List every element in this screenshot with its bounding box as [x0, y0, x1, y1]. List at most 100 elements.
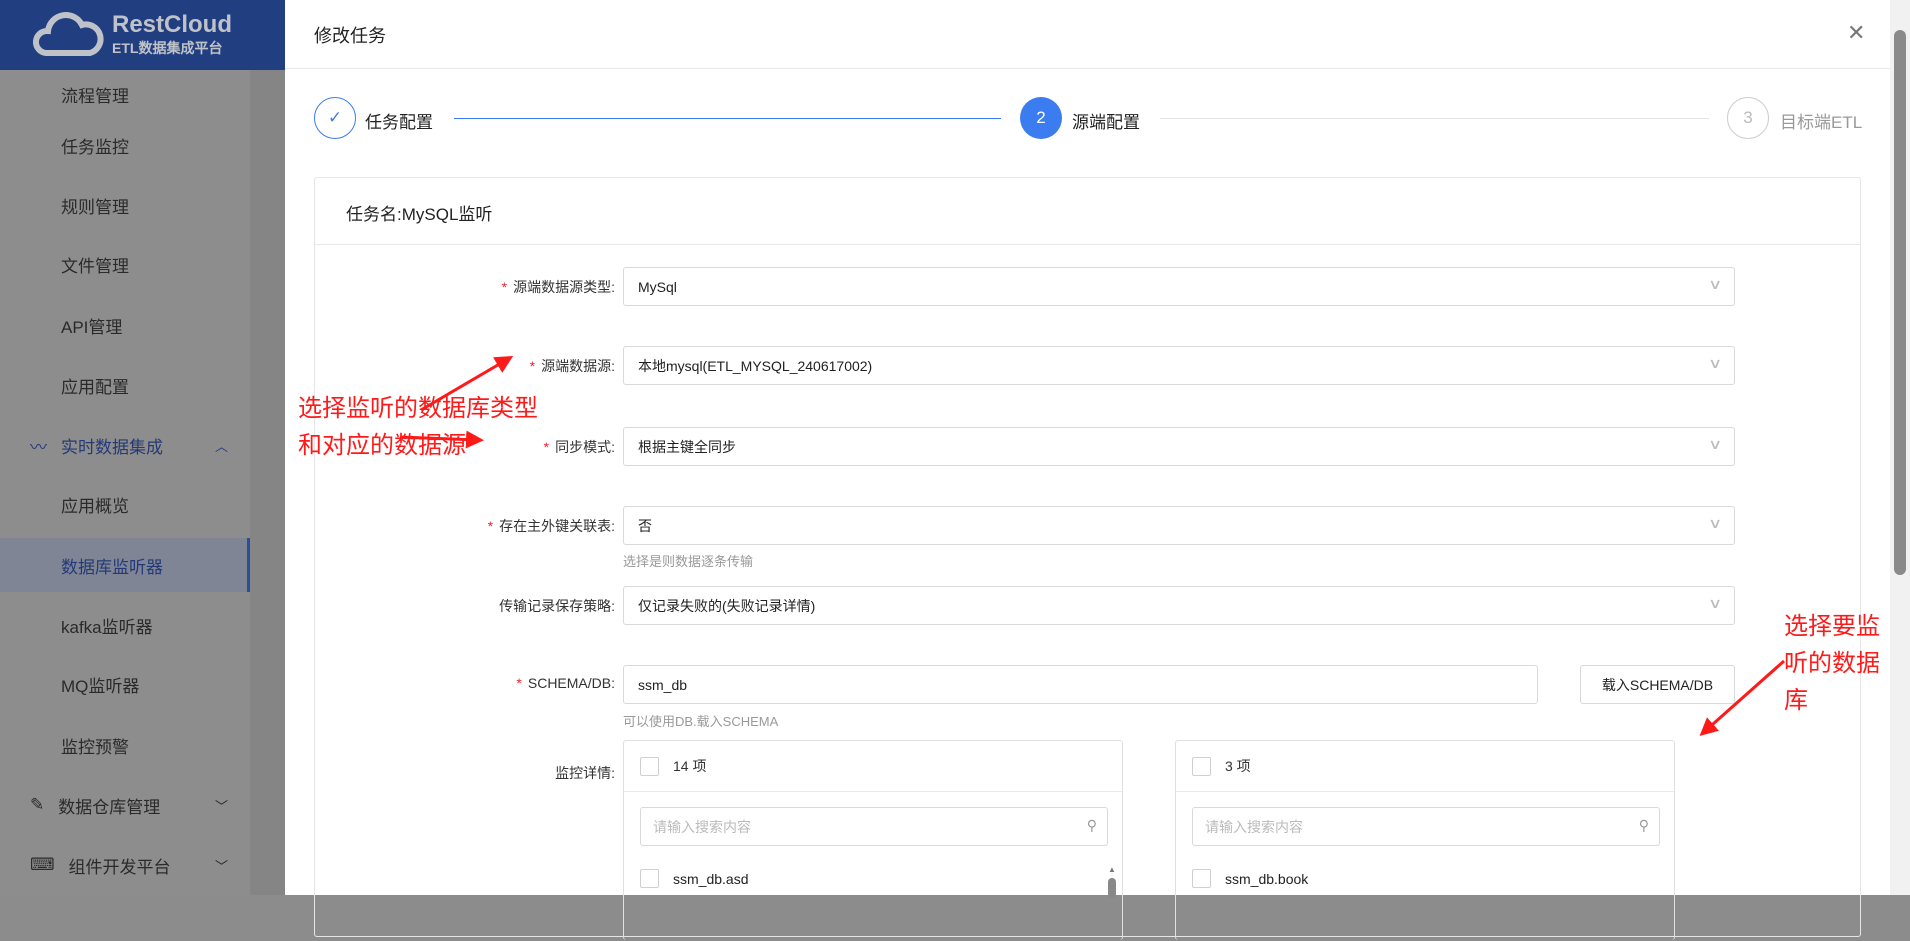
item-count: 3 项 — [1225, 758, 1251, 774]
schema-db-input[interactable]: ssm_db — [623, 665, 1538, 704]
fk-relation-select[interactable]: 否 ∨ — [623, 506, 1735, 545]
annotation-text: 和对应的数据源 — [298, 432, 466, 459]
menu-label: 数据仓库管理 — [58, 797, 161, 817]
chevron-down-icon: ∨ — [1707, 436, 1723, 452]
menu-label: 组件开发平台 — [68, 857, 171, 877]
annotation-text: 选择监听的数据库类型 — [298, 395, 538, 422]
placeholder: 请输入搜索内容 — [1205, 818, 1303, 835]
search-icon: ⚲ — [1086, 817, 1097, 833]
sidebar-item-mq[interactable]: MQ监听器 — [0, 655, 250, 713]
menu-label: MQ监听器 — [61, 676, 140, 696]
annotation-right: 选择要监 听的数据库 — [1784, 608, 1880, 719]
item-checkbox[interactable] — [640, 869, 659, 888]
item-checkbox[interactable] — [1192, 869, 1211, 888]
help-text: 选择是则数据逐条传输 — [623, 554, 754, 569]
sidebar-item-kafka[interactable]: kafka监听器 — [0, 596, 250, 654]
sidebar-item-api[interactable]: API管理 — [0, 296, 250, 354]
scrollbar-thumb[interactable] — [1894, 30, 1906, 575]
transfer-target-list: 3 项 请输入搜索内容 ⚲ ssm_db.book — [1175, 740, 1675, 940]
sidebar: RestCloud ETL数据集成平台 流程管理 任务监控 规则管理 文件管理 A… — [0, 0, 285, 895]
chevron-up-icon: ︿ — [215, 438, 229, 454]
sidebar-item-task-monitor[interactable]: 任务监控 — [0, 116, 250, 174]
list-item[interactable]: ssm_db.book — [1192, 869, 1308, 888]
chevron-down-icon: ∨ — [1707, 595, 1723, 611]
sidebar-item-files[interactable]: 文件管理 — [0, 235, 250, 293]
form-label: 监控详情: — [555, 765, 615, 781]
required-mark: * — [543, 439, 550, 455]
select-all-checkbox[interactable] — [1192, 756, 1211, 776]
item-count: 14 项 — [673, 758, 707, 774]
menu-label: 数据库监听器 — [61, 557, 163, 577]
pulse-icon: 〰 — [30, 437, 47, 457]
brand-subtitle: ETL数据集成平台 — [112, 40, 223, 56]
chevron-down-icon: ∨ — [1707, 515, 1723, 531]
chevron-down-icon: ∨ — [1707, 276, 1723, 292]
sidebar-item-alert[interactable]: 监控预警 — [0, 716, 250, 774]
sidebar-item-app-overview[interactable]: 应用概览 — [0, 475, 250, 533]
menu-label: kafka监听器 — [61, 617, 153, 637]
chevron-down-icon: ﹀ — [215, 858, 229, 874]
sync-mode-select[interactable]: 根据主键全同步 ∨ — [623, 427, 1735, 466]
logo: RestCloud ETL数据集成平台 — [0, 0, 285, 70]
annotation-text: 库 — [1784, 687, 1808, 714]
drawer-header: 修改任务 ✕ — [285, 0, 1890, 69]
page-scrollbar[interactable] — [1890, 0, 1910, 895]
required-mark: * — [529, 358, 536, 374]
step-connector — [454, 118, 1001, 119]
help-text: 可以使用DB.载入SCHEMA — [623, 714, 779, 729]
chevron-down-icon: ﹀ — [215, 798, 229, 814]
step-3-label: 目标端ETL — [1780, 113, 1863, 132]
drawer-title: 修改任务 — [314, 26, 386, 46]
form-label: * 存在主外键关联表: — [487, 518, 615, 534]
item-label: ssm_db.book — [1225, 870, 1309, 887]
form-label: 传输记录保存策略: — [499, 598, 615, 614]
menu-label: 规则管理 — [61, 197, 129, 217]
brand-name: RestCloud — [112, 11, 232, 38]
menu-label: 文件管理 — [61, 256, 129, 276]
menu-label: 任务监控 — [61, 137, 129, 157]
sidebar-group-warehouse[interactable]: ✎ 数据仓库管理 ﹀ — [0, 776, 250, 834]
sidebar-item-flow[interactable]: 流程管理 — [0, 63, 250, 107]
edit-doc-icon: ✎ — [30, 795, 45, 814]
source-type-select[interactable]: MySql ∨ — [623, 267, 1735, 306]
list-item[interactable]: ssm_db.asd — [640, 869, 748, 888]
menu-label: 实时数据集成 — [61, 437, 163, 457]
menu-label: API管理 — [61, 317, 123, 337]
sidebar-group-component[interactable]: ⌨ 组件开发平台 ﹀ — [0, 836, 250, 894]
menu-label: 监控预警 — [61, 737, 129, 757]
step-3-number: 3 — [1727, 97, 1769, 139]
form-label: * 源端数据源: — [529, 358, 615, 374]
search-input[interactable]: 请输入搜索内容 ⚲ — [1192, 807, 1660, 846]
required-mark: * — [501, 279, 508, 295]
load-schema-button[interactable]: 载入SCHEMA/DB — [1580, 665, 1735, 704]
sidebar-group-realtime[interactable]: 〰实时数据集成 ︿ — [0, 416, 250, 474]
select-value: 根据主键全同步 — [638, 438, 736, 455]
divider — [315, 244, 1860, 245]
source-datasource-select[interactable]: 本地mysql(ETL_MYSQL_240617002) ∨ — [623, 346, 1735, 385]
form-label: * 源端数据源类型: — [501, 279, 615, 295]
code-icon: ⌨ — [30, 855, 55, 874]
sidebar-item-rules[interactable]: 规则管理 — [0, 176, 250, 234]
menu-label: 应用配置 — [61, 377, 129, 397]
chevron-down-icon: ∨ — [1707, 355, 1723, 371]
list-scrollbar[interactable]: ▲ — [1108, 865, 1118, 941]
close-icon[interactable]: ✕ — [1847, 20, 1865, 46]
step-1-label: 任务配置 — [365, 113, 433, 132]
annotation-left: 选择监听的数据库类型 和对应的数据源 — [298, 390, 538, 464]
sidebar-item-db-listener[interactable]: 数据库监听器 — [0, 538, 250, 592]
form-label: * SCHEMA/DB: — [516, 675, 615, 691]
task-name: 任务名:MySQL监听 — [346, 205, 493, 224]
record-strategy-select[interactable]: 仅记录失败的(失败记录详情) ∨ — [623, 586, 1735, 625]
annotation-text: 听的数据 — [1784, 650, 1880, 677]
select-all-checkbox[interactable] — [640, 756, 659, 776]
background-content — [250, 70, 285, 895]
search-input[interactable]: 请输入搜索内容 ⚲ — [640, 807, 1108, 846]
required-mark: * — [487, 518, 494, 534]
search-icon: ⚲ — [1638, 817, 1649, 833]
input-value: ssm_db — [638, 676, 688, 693]
sidebar-item-app-config[interactable]: 应用配置 — [0, 356, 250, 414]
select-value: 本地mysql(ETL_MYSQL_240617002) — [638, 357, 873, 374]
step-1-check-icon: ✓ — [314, 97, 356, 139]
step-2-number: 2 — [1020, 97, 1062, 139]
select-value: 仅记录失败的(失败记录详情) — [638, 597, 816, 614]
